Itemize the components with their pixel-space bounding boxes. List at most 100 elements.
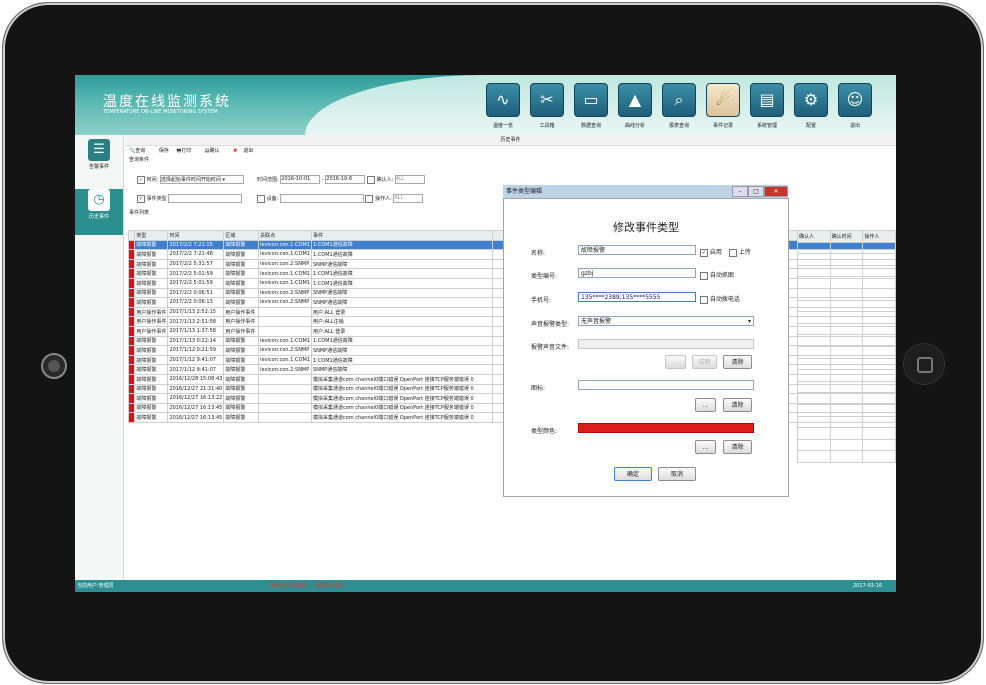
cell-e: 模拟采集通道com channel0端口错误 OpenPort 连接TCP服务端… <box>310 402 494 414</box>
color-swatch[interactable] <box>578 423 754 433</box>
time-select[interactable]: 选择起始事件时间开始时间 ▾ <box>159 175 244 184</box>
column-header[interactable]: 确认时间 <box>829 230 864 243</box>
cell-a: 用户操作事件 <box>223 325 260 337</box>
column-header[interactable]: 操作人 <box>862 230 896 243</box>
sound-type-select[interactable]: 无声音报警 ▾ <box>578 316 754 326</box>
sidebar-item-history-events[interactable]: ◷ 历史事件 <box>75 189 123 235</box>
tool-tools[interactable]: ✂ 工具箱 <box>529 83 565 133</box>
cell-t: 故障报警 <box>134 287 169 299</box>
tool-label: 曲线分析 <box>624 123 645 129</box>
home-button[interactable] <box>903 343 945 385</box>
column-header[interactable]: 类型 <box>134 230 169 241</box>
autodial-checkbox[interactable] <box>700 295 708 304</box>
color-browse-button[interactable]: ... <box>695 440 716 454</box>
cell-d: 2017/1/12 9:41:07 <box>167 354 225 366</box>
waveform-icon: ∿ <box>486 83 520 117</box>
column-header[interactable]: 确认人 <box>797 230 831 243</box>
tool-chart[interactable]: ▲ 曲线分析 <box>617 83 653 133</box>
column-header[interactable]: 区域 <box>223 230 260 241</box>
cell-confirm <box>797 241 831 255</box>
upload-checkbox[interactable] <box>729 248 737 257</box>
dialog-titlebar[interactable]: 事件类型编辑 – □ ✕ <box>503 185 788 198</box>
date-to-input[interactable]: 2016-10-6 <box>325 175 366 184</box>
tools-icon: ✂ <box>530 83 564 117</box>
event-table-right: 确认人 确认时间 操作人 <box>797 230 896 463</box>
close-button[interactable]: ✕ <box>764 186 788 197</box>
status-message: 系统状态信息提示，请联系管理员 <box>270 583 346 589</box>
handler-select[interactable]: ALL <box>393 194 424 203</box>
cell-d: 2017/2/2 5:01:59 <box>167 277 225 289</box>
column-header[interactable]: 关联点 <box>258 230 312 241</box>
confirmed-checkbox[interactable] <box>366 175 375 184</box>
date-range: 时间范围: 2016-10-01 - 2016-10-6 确认人: ALL <box>257 175 425 184</box>
sound-browse-button[interactable]: ... <box>665 355 686 369</box>
time-checkbox[interactable]: ✓ <box>137 175 145 184</box>
cell-handler <box>862 287 896 301</box>
time-filter: ✓ 时间: 选择起始事件时间开始时间 ▾ <box>137 175 244 184</box>
ok-button[interactable]: 确定 <box>614 467 652 481</box>
cell-confirm-time <box>829 392 864 405</box>
date-from-input[interactable]: 2016-10-01 <box>280 175 321 184</box>
sound-clear-button[interactable]: 清除 <box>723 355 752 369</box>
cell-d: 2017/1/13 2:51:58 <box>167 316 225 327</box>
cell-t: 用户操作事件 <box>134 316 169 327</box>
minimize-button[interactable]: – <box>732 186 748 197</box>
icon-field[interactable] <box>578 380 754 390</box>
cell-confirm-time <box>829 438 864 452</box>
cell-handler <box>862 311 896 324</box>
tool-event[interactable]: ☄ 事件记录 <box>705 83 741 133</box>
sound-file-field[interactable] <box>578 339 754 349</box>
exit-button[interactable]: ✖ 退出 <box>233 148 259 154</box>
phone-field[interactable]: 135****2389;135****5555 <box>578 292 696 302</box>
tool-magnifier[interactable]: ⌕ 报表查询 <box>661 83 697 133</box>
cell-a: 故障报警 <box>223 373 260 385</box>
cancel-button[interactable]: 取消 <box>658 467 696 481</box>
cell-t: 故障报警 <box>134 393 169 404</box>
cell-a: 故障报警 <box>223 364 260 375</box>
sound-test-button[interactable]: 试听 <box>692 355 717 369</box>
save-button[interactable]: 保存 <box>159 148 169 154</box>
column-header[interactable]: 事件 <box>310 230 494 241</box>
confirm-button[interactable]: ▤确认 <box>205 148 226 154</box>
right-row <box>797 299 896 313</box>
list-icon: ☰ <box>88 139 110 161</box>
time-filter-label: 时间: <box>146 177 159 183</box>
area-select[interactable] <box>279 194 364 203</box>
tool-waveform[interactable]: ∿ 温度一览 <box>485 83 521 133</box>
cell-p: levicon:con.2:SNMP <box>258 258 312 270</box>
icon-clear-button[interactable]: 清除 <box>723 398 752 412</box>
cell-p: levicon:con.1:COM1 <box>258 239 312 251</box>
area-checkbox[interactable] <box>257 194 265 203</box>
cell-d: 2017/1/13 1:37:58 <box>167 325 225 337</box>
icon-browse-button[interactable]: ... <box>695 398 716 412</box>
right-header: 确认人 确认时间 操作人 <box>797 230 896 243</box>
cell-confirm-time <box>829 427 864 440</box>
cell-confirm-time <box>829 253 864 266</box>
confirmed-select[interactable]: ALL <box>394 175 425 184</box>
tool-report[interactable]: ▤ 系统管理 <box>749 83 785 133</box>
autoscan-checkbox[interactable] <box>700 271 708 280</box>
cell-a: 故障报警 <box>223 393 260 404</box>
cell-handler <box>862 438 896 452</box>
sidebar-item-alarm-events[interactable]: ☰ 告警事件 <box>75 139 123 185</box>
cell-e: SNMP通信故障 <box>310 258 494 270</box>
type-select[interactable] <box>168 194 243 203</box>
query-button[interactable]: 🔍查询 <box>129 148 151 154</box>
cell-e: 模拟采集通道com channel0端口错误 OpenPort 连接TCP服务端… <box>310 412 494 423</box>
name-field[interactable]: 故障报警 <box>578 245 696 255</box>
maximize-button[interactable]: □ <box>748 186 764 197</box>
column-header[interactable]: 时间 <box>167 230 225 241</box>
cell-p: levicon:con.1:COM1 <box>258 354 312 366</box>
code-field[interactable]: gzbj <box>578 268 696 278</box>
enable-checkbox[interactable]: ✓ <box>700 248 708 257</box>
print-button[interactable]: 🖶打印 <box>176 148 197 154</box>
cell-t: 故障报警 <box>134 239 169 251</box>
tool-user[interactable]: ☺ 退出 <box>837 83 873 133</box>
tool-monitor[interactable]: ▭ 数据查询 <box>573 83 609 133</box>
app-subtitle: TEMPERATURE ON-LINE MONITORING SYSTEM <box>103 109 218 115</box>
tool-gear[interactable]: ⚙ 配置 <box>793 83 829 133</box>
color-clear-button[interactable]: 清除 <box>723 440 752 454</box>
gear-icon: ⚙ <box>794 83 828 117</box>
type-checkbox[interactable]: ✓ <box>137 194 145 203</box>
handler-checkbox[interactable] <box>365 194 374 203</box>
